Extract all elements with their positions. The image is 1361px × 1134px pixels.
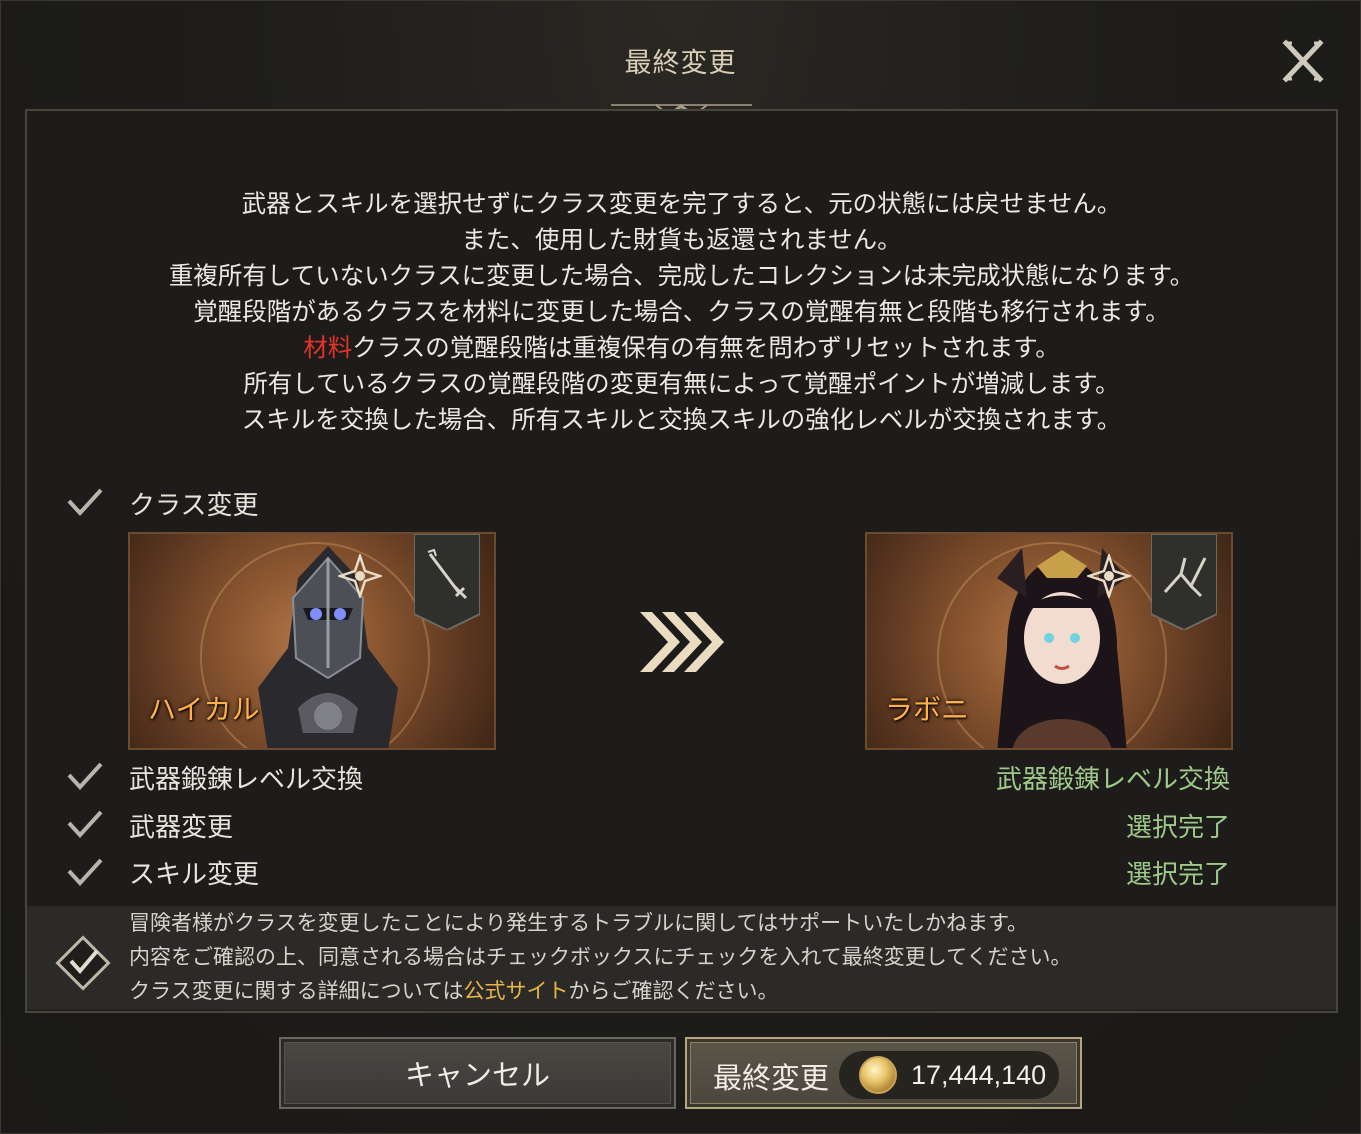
class-name-to: ラボニ	[885, 693, 970, 726]
claw-icon	[1151, 534, 1217, 630]
final-change-button[interactable]: 最終変更 17,444,140	[685, 1037, 1082, 1109]
consent-line: クラス変更に関する詳細については公式サイトからご確認ください。	[129, 974, 1071, 1008]
notice-line: 所有しているクラスの覚醒段階の変更有無によって覚醒ポイントが増減します。	[243, 369, 1120, 398]
chevrons-right-icon	[640, 612, 724, 672]
cost-value: 17,444,140	[911, 1059, 1047, 1090]
notice-line: 重複所有していないクラスに変更した場合、完成したコレクションは未完成状態になりま…	[168, 261, 1195, 290]
row-value-weapon-change: 選択完了	[1125, 813, 1230, 843]
checkmark-icon	[67, 810, 103, 838]
close-icon[interactable]	[1282, 39, 1324, 83]
cost-display: 17,444,140	[839, 1051, 1059, 1099]
sword-icon	[414, 534, 480, 630]
checkmark-icon	[67, 762, 103, 790]
checkmark-icon	[67, 858, 103, 886]
final-change-dialog: 最終変更 武器とスキルを選択せずにクラス変更を完了すると、元の状態には戻せません…	[0, 0, 1361, 1134]
notice-line: 材料クラスの覚醒段階は重複保有の有無を問わずリセットされます。	[26, 330, 1337, 366]
row-value-weapon-level: 武器鍛錬レベル交換	[995, 765, 1230, 795]
gold-coin-icon	[859, 1056, 897, 1094]
character-portrait	[258, 546, 398, 748]
notice-line: スキルを交換した場合、所有スキルと交換スキルの強化レベルが交換されます。	[241, 405, 1122, 434]
consent-line: 冒険者様がクラスを変更したことにより発生するトラブルに関してはサポートいたしかね…	[129, 911, 1029, 935]
consent-text: 冒険者様がクラスを変更したことにより発生するトラブルに関してはサポートいたしかね…	[129, 906, 1071, 1008]
star-emblem-icon	[1087, 554, 1131, 598]
notice-line: 武器とスキルを選択せずにクラス変更を完了すると、元の状態には戻せません。	[241, 189, 1122, 218]
row-label-weapon-level: 武器鍛錬レベル交換	[129, 765, 364, 795]
final-change-label: 最終変更	[713, 1061, 830, 1095]
star-emblem-icon	[338, 554, 382, 598]
row-value-skill-change: 選択完了	[1125, 860, 1230, 890]
consent-checkbox[interactable]	[55, 935, 111, 991]
consent-text-segment: クラス変更に関する詳細については	[129, 979, 464, 1003]
class-card-to: ラボニ	[865, 532, 1233, 750]
consent-text-segment: からご確認ください。	[568, 979, 779, 1003]
notice-line: 覚醒段階があるクラスを材料に変更した場合、クラスの覚醒有無と段階も移行されます。	[193, 297, 1170, 326]
row-label-weapon-change: 武器変更	[129, 813, 234, 843]
class-card-from: ハイカル	[128, 532, 496, 750]
notice-text: クラスの覚醒段階は重複保有の有無を問わずリセットされます。	[352, 333, 1060, 362]
warning-notice: 武器とスキルを選択せずにクラス変更を完了すると、元の状態には戻せません。 また、…	[26, 186, 1337, 438]
checkmark-icon	[67, 488, 103, 516]
notice-highlight: 材料	[303, 333, 353, 362]
notice-line: また、使用した財貨も返還されません。	[461, 225, 902, 254]
consent-line: 内容をご確認の上、同意される場合はチェックボックスにチェックを入れて最終変更して…	[129, 945, 1072, 969]
row-label-skill-change: スキル変更	[129, 860, 260, 890]
cancel-button[interactable]: キャンセル	[279, 1037, 676, 1109]
dialog-title: 最終変更	[624, 48, 737, 79]
class-name-from: ハイカル	[148, 693, 260, 726]
class-change-label: クラス変更	[129, 491, 259, 521]
official-site-link[interactable]: 公式サイト	[464, 979, 569, 1003]
